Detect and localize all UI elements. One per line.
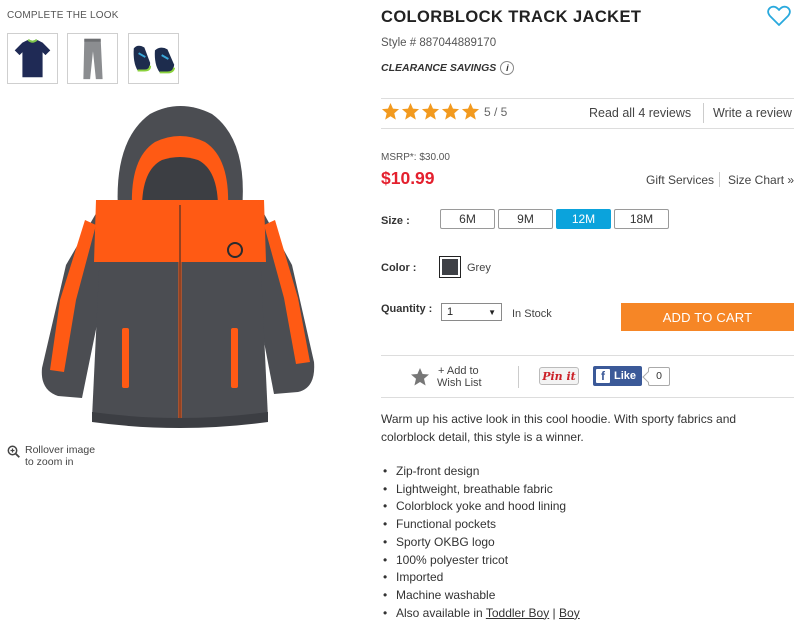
product-image-jacket[interactable] bbox=[30, 100, 330, 440]
facebook-like-label: Like bbox=[614, 370, 637, 382]
facebook-like-count: 0 bbox=[648, 366, 671, 386]
size-chart-link[interactable]: Size Chart » bbox=[728, 173, 794, 187]
pinterest-pin-button[interactable]: Pin it bbox=[539, 367, 579, 385]
pants-icon bbox=[83, 38, 103, 80]
size-selector: 6M 9M 12M 18M bbox=[440, 209, 669, 229]
list-item: Imported bbox=[383, 569, 580, 587]
divider bbox=[381, 98, 794, 99]
product-description: Warm up his active look in this cool hoo… bbox=[381, 412, 737, 444]
also-available-text: Also available in bbox=[396, 605, 486, 620]
gift-services-link[interactable]: Gift Services bbox=[646, 173, 714, 187]
color-name: Grey bbox=[467, 262, 491, 274]
product-title: COLORBLOCK TRACK JACKET bbox=[381, 8, 642, 26]
star-icon bbox=[421, 102, 440, 120]
zoom-hint-line1: Rollover image bbox=[25, 444, 96, 456]
divider bbox=[381, 355, 794, 356]
list-item: Zip-front design bbox=[383, 463, 580, 481]
link-separator: | bbox=[549, 605, 560, 620]
zoom-hint: Rollover image to zoom in bbox=[7, 444, 95, 468]
sneakers-icon bbox=[133, 45, 176, 74]
complete-the-look-label: COMPLETE THE LOOK bbox=[7, 10, 119, 21]
size-option-12m[interactable]: 12M bbox=[556, 209, 611, 229]
msrp-price: MSRP*: $30.00 bbox=[381, 152, 450, 163]
list-item: Functional pockets bbox=[383, 516, 580, 534]
heart-icon[interactable] bbox=[767, 5, 791, 27]
dropdown-arrow-icon: ▼ bbox=[488, 307, 496, 317]
wishlist-line2: Wish List bbox=[437, 377, 482, 389]
size-option-6m[interactable]: 6M bbox=[440, 209, 495, 229]
magnifier-plus-icon bbox=[7, 445, 20, 458]
star-icon bbox=[461, 102, 480, 120]
quantity-select[interactable]: 1 ▼ bbox=[441, 303, 502, 321]
size-option-9m[interactable]: 9M bbox=[498, 209, 553, 229]
quantity-value: 1 bbox=[447, 306, 454, 318]
divider bbox=[518, 366, 519, 388]
boy-link[interactable]: Boy bbox=[559, 606, 580, 620]
star-icon bbox=[401, 102, 420, 120]
list-item: Colorblock yoke and hood lining bbox=[383, 498, 580, 516]
divider bbox=[719, 172, 720, 187]
sale-price: $10.99 bbox=[381, 168, 435, 188]
color-label: Color : bbox=[381, 262, 417, 274]
list-item: Lightweight, breathable fabric bbox=[383, 481, 580, 499]
color-swatch-grey[interactable] bbox=[439, 256, 461, 278]
star-icon bbox=[411, 368, 429, 386]
rating-stars bbox=[381, 102, 480, 121]
quantity-label: Quantity : bbox=[381, 303, 433, 315]
divider bbox=[703, 103, 704, 123]
thumbnail-navy-tee[interactable] bbox=[7, 33, 58, 84]
feature-list: Zip-front design Lightweight, breathable… bbox=[383, 463, 580, 622]
list-item: Machine washable bbox=[383, 587, 580, 605]
list-item: 100% polyester tricot bbox=[383, 552, 580, 570]
list-item: Also available in Toddler Boy | Boy bbox=[383, 605, 580, 623]
wishlist-line1: + Add to bbox=[438, 365, 479, 377]
thumbnail-grey-pants[interactable] bbox=[67, 33, 118, 84]
size-label: Size : bbox=[381, 215, 410, 227]
rating-value: 5 / 5 bbox=[484, 105, 508, 119]
toddler-boy-link[interactable]: Toddler Boy bbox=[486, 606, 549, 620]
star-icon bbox=[381, 102, 400, 120]
size-option-18m[interactable]: 18M bbox=[614, 209, 669, 229]
add-to-cart-button[interactable]: ADD TO CART bbox=[621, 303, 794, 331]
clearance-badge: CLEARANCE SAVINGS i bbox=[381, 61, 515, 75]
stock-status: In Stock bbox=[512, 308, 552, 320]
facebook-like-button[interactable]: f Like bbox=[593, 366, 643, 386]
divider bbox=[381, 397, 794, 398]
facebook-like: f Like 0 bbox=[593, 366, 671, 386]
info-icon[interactable]: i bbox=[500, 61, 515, 75]
facebook-icon: f bbox=[596, 369, 610, 383]
tshirt-icon bbox=[14, 39, 51, 78]
list-item: Sporty OKBG logo bbox=[383, 534, 580, 552]
add-to-wishlist[interactable]: + Add to Wish List bbox=[410, 365, 482, 389]
star-icon bbox=[441, 102, 460, 120]
zoom-hint-line2: to zoom in bbox=[25, 456, 74, 468]
write-review-link[interactable]: Write a review bbox=[713, 106, 792, 120]
clearance-label: CLEARANCE SAVINGS bbox=[381, 62, 497, 74]
thumbnail-sneakers[interactable] bbox=[128, 33, 179, 84]
divider bbox=[381, 128, 794, 129]
read-reviews-link[interactable]: Read all 4 reviews bbox=[589, 106, 691, 120]
style-number: Style # 887044889170 bbox=[381, 37, 497, 49]
